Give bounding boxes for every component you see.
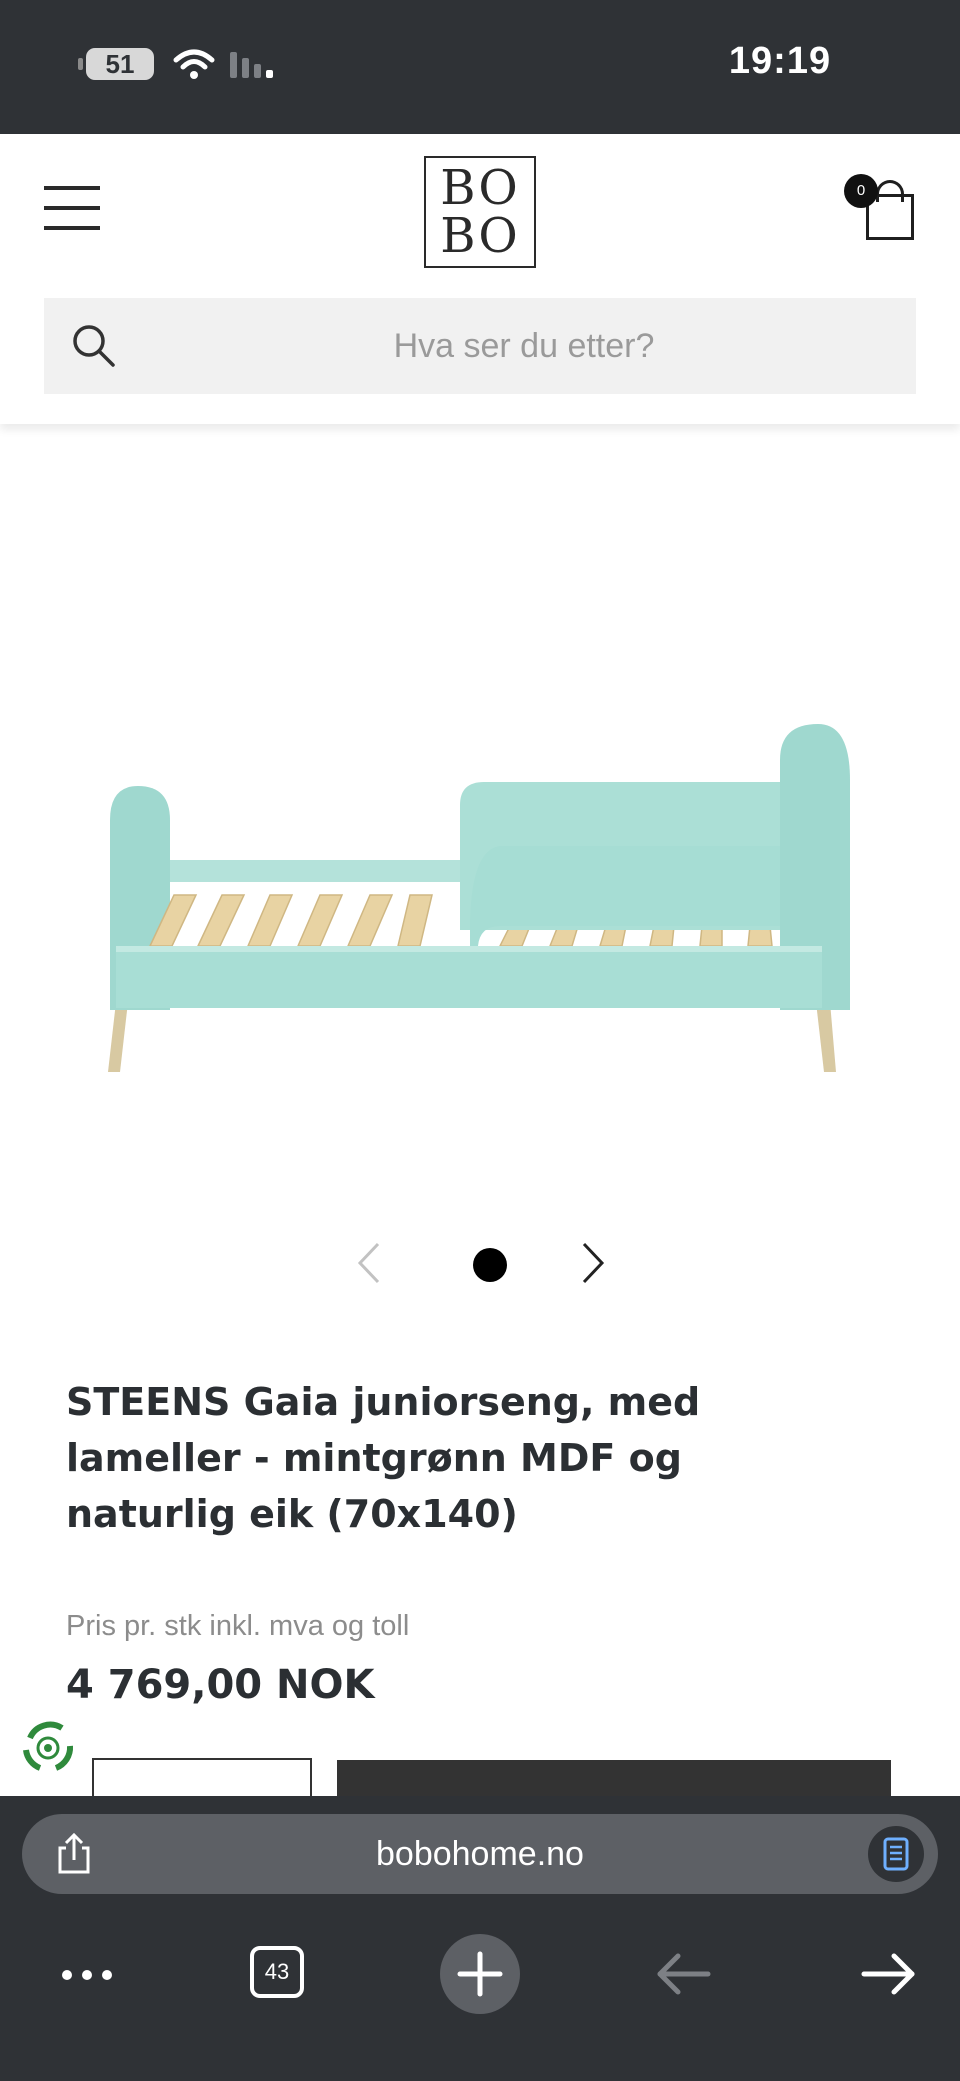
- price-label: Pris pr. stk inkl. mva og toll: [66, 1610, 410, 1642]
- tabs-button[interactable]: 43: [236, 1934, 316, 2014]
- menu-line-icon: [44, 206, 100, 210]
- browser-toolbar: bobohome.no 43: [0, 1796, 960, 2081]
- carousel-dot-active[interactable]: [473, 1248, 507, 1282]
- arrow-left-icon: [657, 1953, 711, 1995]
- search-bar[interactable]: [44, 298, 916, 394]
- url-text[interactable]: bobohome.no: [142, 1814, 818, 1894]
- dot-icon: [62, 1970, 72, 1980]
- bobo-logo[interactable]: BO BO: [424, 156, 536, 268]
- search-icon[interactable]: [70, 322, 116, 368]
- arrow-right-icon: [861, 1953, 915, 1995]
- site-header: BO BO 0: [0, 134, 960, 424]
- dot-icon: [82, 1970, 92, 1980]
- hamburger-menu-button[interactable]: [44, 186, 100, 230]
- battery-level: 51: [105, 49, 135, 79]
- reader-mode-button[interactable]: [868, 1826, 924, 1882]
- dot-icon: [102, 1970, 112, 1980]
- menu-line-icon: [44, 226, 100, 230]
- cart-button[interactable]: 0: [840, 170, 920, 250]
- back-button[interactable]: [644, 1934, 724, 2014]
- wifi-icon: [173, 49, 215, 79]
- logo-line-1: BO: [440, 160, 520, 216]
- share-icon[interactable]: [52, 1832, 96, 1876]
- signal-icon: [230, 52, 273, 78]
- more-options-button[interactable]: [48, 1934, 128, 2014]
- status-bar: 51 19:19: [0, 0, 960, 134]
- address-bar[interactable]: bobohome.no: [22, 1814, 938, 1894]
- reader-icon: [883, 1837, 909, 1871]
- product-image[interactable]: [80, 680, 880, 1080]
- search-input[interactable]: [134, 298, 914, 394]
- status-time: 19:19: [728, 40, 832, 82]
- logo-line-2: BO: [440, 208, 520, 264]
- product-price: 4 769,00 NOK: [66, 1662, 375, 1708]
- cart-count-badge: 0: [844, 174, 878, 208]
- menu-line-icon: [44, 186, 100, 190]
- product-title: STEENS Gaia juniorseng, med lameller - m…: [66, 1380, 701, 1536]
- carousel-prev-button[interactable]: [352, 1240, 388, 1286]
- battery-icon: 51: [78, 48, 154, 80]
- plus-icon: [457, 1951, 503, 1997]
- new-tab-button[interactable]: [440, 1934, 520, 2014]
- tab-count: 43: [250, 1946, 304, 1998]
- forward-button[interactable]: [848, 1934, 928, 2014]
- eco-badge-icon[interactable]: [16, 1716, 80, 1780]
- carousel-next-button[interactable]: [574, 1240, 610, 1286]
